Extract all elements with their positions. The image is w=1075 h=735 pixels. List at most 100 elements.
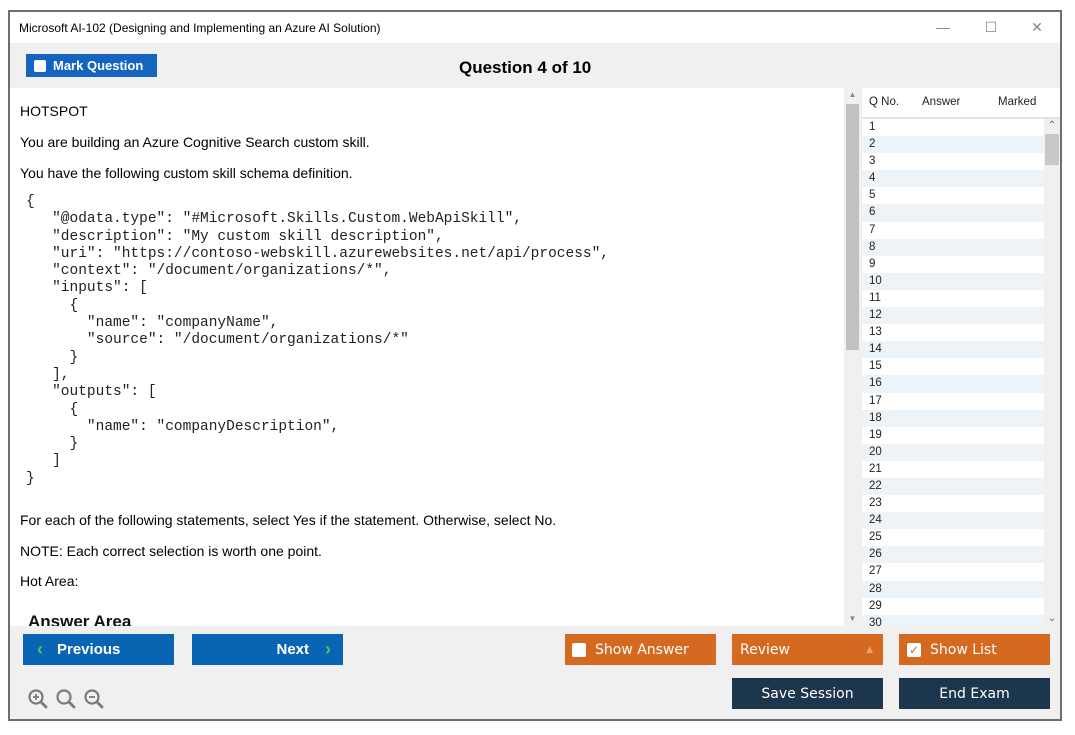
question-number: 8: [869, 240, 876, 253]
question-list-row[interactable]: 3: [862, 153, 1044, 170]
show-list-checkbox-checked-icon[interactable]: ✓: [907, 642, 921, 657]
question-number: 16: [869, 377, 882, 390]
question-list-row[interactable]: 5: [862, 187, 1044, 204]
question-content: HOTSPOT You are building an Azure Cognit…: [10, 88, 844, 626]
column-qno[interactable]: Q No.: [869, 96, 899, 108]
show-answer-label: Show Answer: [595, 641, 689, 658]
show-answer-checkbox[interactable]: [572, 642, 586, 657]
question-list-row[interactable]: 28: [862, 580, 1044, 598]
question-number: 10: [869, 274, 882, 287]
hot-area-label: Hot Area:: [20, 573, 79, 589]
question-number: 5: [869, 189, 876, 202]
question-list-row[interactable]: 11: [862, 290, 1044, 307]
question-number: 7: [869, 223, 876, 236]
schema-intro: You have the following custom skill sche…: [20, 165, 353, 181]
question-list-row[interactable]: 2: [862, 136, 1044, 154]
question-list-row[interactable]: 25: [862, 529, 1044, 546]
next-label: Next: [276, 641, 309, 658]
show-list-button[interactable]: ✓ Show List: [899, 634, 1050, 665]
question-header: Mark Question Question 4 of 10: [10, 43, 1060, 88]
question-number: 15: [869, 360, 882, 373]
mark-question-button[interactable]: Mark Question: [26, 54, 157, 77]
save-session-button[interactable]: Save Session: [732, 678, 883, 709]
question-number: 23: [869, 497, 882, 510]
previous-button[interactable]: ‹ Previous: [23, 634, 174, 665]
question-list-row[interactable]: 29: [862, 598, 1044, 615]
question-list-row[interactable]: 15: [862, 358, 1044, 375]
chevron-left-icon: ‹: [37, 639, 43, 659]
question-list-row[interactable]: 16: [862, 375, 1044, 393]
zoom-in-icon[interactable]: [27, 688, 49, 710]
window-title: Microsoft AI-102 (Designing and Implemen…: [19, 21, 381, 35]
close-button[interactable]: ✕: [1017, 16, 1057, 38]
content-scroll-thumb[interactable]: [846, 104, 859, 350]
note-text: NOTE: Each correct selection is worth on…: [20, 543, 322, 559]
question-list-row[interactable]: 10: [862, 272, 1044, 290]
minimize-button[interactable]: —: [923, 16, 963, 38]
question-list-rows: 1 2 3 4 5 6 7 8 9 10 11 12 13 14 15 16 17 18 19 20 21 22 23 24 2…: [862, 119, 1060, 626]
list-scroll-down-icon[interactable]: ⌄: [1044, 612, 1060, 626]
question-list-row[interactable]: 17: [862, 393, 1044, 410]
question-list-row[interactable]: 18: [862, 409, 1044, 427]
dropdown-arrow-icon: ▲: [866, 644, 873, 655]
mark-question-checkbox[interactable]: [34, 59, 46, 72]
question-number: 19: [869, 428, 882, 441]
question-number: 26: [869, 548, 882, 561]
scroll-down-icon[interactable]: ▼: [844, 612, 861, 626]
question-list-row[interactable]: 27: [862, 563, 1044, 580]
previous-label: Previous: [57, 641, 121, 658]
question-number: 25: [869, 531, 882, 544]
show-list-label: Show List: [930, 641, 997, 658]
question-list-row[interactable]: 20: [862, 443, 1044, 461]
question-list-row[interactable]: 14: [862, 341, 1044, 359]
question-list-row[interactable]: 4: [862, 170, 1044, 188]
list-scroll-up-icon[interactable]: ⌃: [1044, 119, 1060, 133]
instruction-text: For each of the following statements, se…: [20, 512, 557, 528]
question-counter: Question 4 of 10: [459, 58, 592, 77]
question-number: 18: [869, 411, 882, 424]
question-list-row[interactable]: 1: [862, 119, 1044, 136]
question-number: 12: [869, 309, 882, 322]
question-number: 28: [869, 582, 882, 595]
scroll-up-icon[interactable]: ▲: [844, 88, 861, 102]
end-exam-button[interactable]: End Exam: [899, 678, 1050, 709]
question-list-header: Q No. Answer Marked: [862, 88, 1060, 119]
content-scrollbar[interactable]: ▲ ▼: [844, 88, 861, 626]
question-list-row[interactable]: 21: [862, 461, 1044, 478]
question-list-row[interactable]: 26: [862, 546, 1044, 564]
question-number: 1: [869, 121, 876, 133]
schema-code-block: { "@odata.type": "#Microsoft.Skills.Cust…: [26, 194, 609, 487]
zoom-controls: [27, 688, 105, 710]
question-list-row[interactable]: 7: [862, 222, 1044, 239]
title-bar: Microsoft AI-102 (Designing and Implemen…: [10, 12, 1060, 43]
question-number: 11: [869, 291, 881, 304]
question-list-row[interactable]: 8: [862, 238, 1044, 256]
review-label: Review: [740, 641, 790, 658]
question-number: 4: [869, 172, 876, 185]
maximize-button[interactable]: ☐: [971, 16, 1011, 38]
question-number: 6: [869, 206, 876, 219]
question-list-row[interactable]: 19: [862, 427, 1044, 444]
question-list-scrollbar[interactable]: ⌃ ⌄: [1044, 119, 1060, 626]
question-number: 2: [869, 138, 876, 151]
question-list-row[interactable]: 30: [862, 614, 1044, 626]
question-list-row[interactable]: 22: [862, 477, 1044, 496]
review-dropdown[interactable]: Review ▲: [732, 634, 883, 665]
question-list-row[interactable]: 9: [862, 256, 1044, 273]
question-type: HOTSPOT: [20, 103, 88, 119]
save-session-label: Save Session: [761, 685, 854, 702]
question-number: 3: [869, 155, 876, 168]
question-list-row[interactable]: 23: [862, 495, 1044, 512]
question-number: 20: [869, 445, 882, 458]
zoom-reset-icon[interactable]: [55, 688, 77, 710]
question-list-row[interactable]: 6: [862, 204, 1044, 222]
list-scroll-thumb[interactable]: [1045, 134, 1059, 165]
question-list-row[interactable]: 13: [862, 324, 1044, 341]
zoom-out-icon[interactable]: [83, 688, 105, 710]
question-list-row[interactable]: 24: [862, 512, 1044, 530]
column-marked[interactable]: Marked: [998, 96, 1036, 108]
question-list-row[interactable]: 12: [862, 307, 1044, 325]
next-button[interactable]: Next ›: [192, 634, 343, 665]
show-answer-button[interactable]: Show Answer: [565, 634, 716, 665]
column-answer[interactable]: Answer: [922, 96, 960, 108]
